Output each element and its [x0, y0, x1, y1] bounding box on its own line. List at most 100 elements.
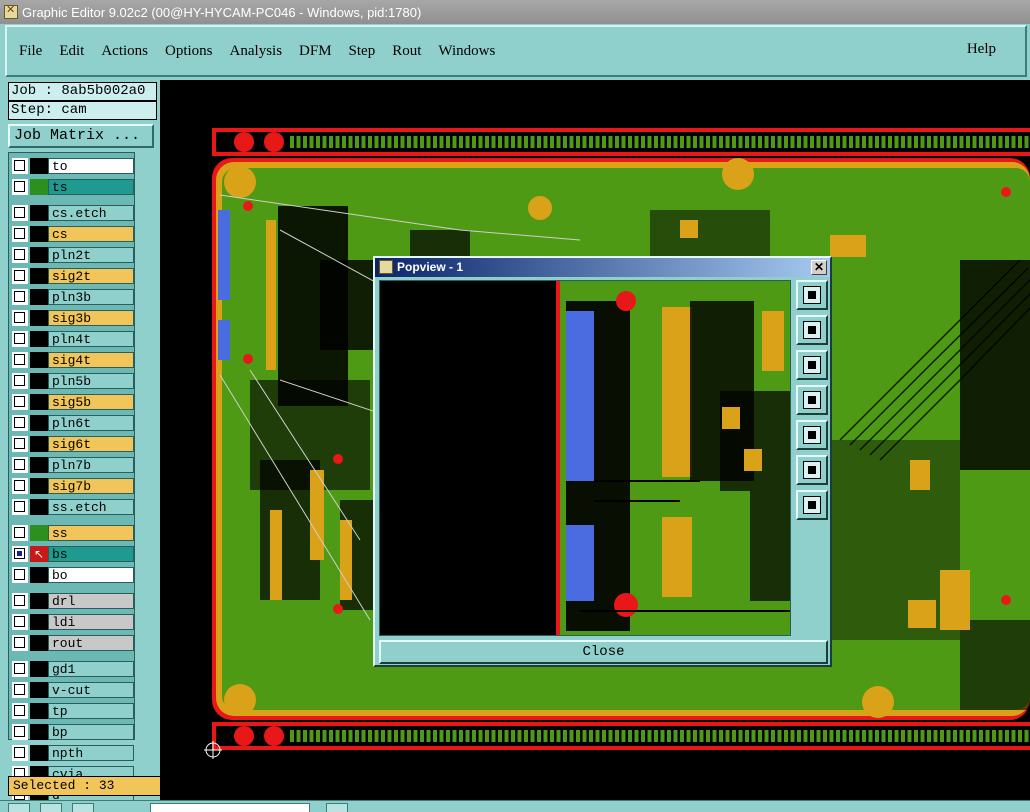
layer-checkbox[interactable]: [12, 352, 28, 368]
layer-row-sig3b[interactable]: sig3b: [12, 310, 134, 326]
rail-pad: [368, 730, 372, 742]
layer-row-pln3b[interactable]: pln3b: [12, 289, 134, 305]
layer-row-ts[interactable]: ts: [12, 179, 134, 195]
rail-pad: [342, 730, 346, 742]
rail-pad: [641, 730, 645, 742]
layer-checkbox[interactable]: [12, 247, 28, 263]
layer-row-pln6t[interactable]: pln6t: [12, 415, 134, 431]
rail-pad: [329, 136, 333, 148]
menu-dfm[interactable]: DFM: [299, 43, 332, 60]
layer-row-bo[interactable]: bo: [12, 567, 134, 583]
layer-name: cs: [48, 226, 134, 242]
layer-checkbox[interactable]: [12, 682, 28, 698]
layer-checkbox[interactable]: [12, 703, 28, 719]
layer-checkbox[interactable]: [12, 593, 28, 609]
layer-checkbox[interactable]: [12, 436, 28, 452]
toolbar-button[interactable]: [326, 803, 348, 812]
layer-row-drl[interactable]: drl: [12, 593, 134, 609]
layer-checkbox[interactable]: [12, 546, 28, 562]
layer-row-v-cut[interactable]: v-cut: [12, 682, 134, 698]
layer-checkbox[interactable]: [12, 635, 28, 651]
rail-pad: [654, 136, 658, 148]
rail-pad: [933, 136, 938, 148]
rail-pad: [719, 136, 723, 148]
rail-pad: [907, 730, 912, 742]
layer-row-sig6t[interactable]: sig6t: [12, 436, 134, 452]
rail-pad: [641, 136, 645, 148]
layer-checkbox[interactable]: [12, 457, 28, 473]
layer-checkbox[interactable]: [12, 567, 28, 583]
layer-checkbox[interactable]: [12, 310, 28, 326]
menu-step[interactable]: Step: [349, 43, 376, 60]
command-input[interactable]: [150, 803, 310, 812]
rail-pad: [836, 730, 840, 742]
layer-row-to[interactable]: to: [12, 158, 134, 174]
rail-pad: [394, 136, 398, 148]
layer-checkbox[interactable]: [12, 289, 28, 305]
layer-checkbox[interactable]: [12, 499, 28, 515]
close-icon[interactable]: ✕: [811, 260, 827, 275]
zoom-fit-icon[interactable]: [796, 280, 828, 310]
menu-edit[interactable]: Edit: [59, 43, 84, 60]
layer-checkbox[interactable]: [12, 745, 28, 761]
menu-windows[interactable]: Windows: [438, 43, 495, 60]
popview-close-button[interactable]: Close: [379, 640, 828, 664]
rail-pad: [738, 136, 743, 148]
layer-checkbox[interactable]: [12, 331, 28, 347]
layer-row-cs.etch[interactable]: cs.etch: [12, 205, 134, 221]
layer-checkbox[interactable]: [12, 415, 28, 431]
layer-row-ss[interactable]: ss: [12, 525, 134, 541]
job-matrix-button[interactable]: Job Matrix ...: [8, 124, 154, 148]
layer-row-ss.etch[interactable]: ss.etch: [12, 499, 134, 515]
layer-row-bp[interactable]: bp: [12, 724, 134, 740]
toolbar-button[interactable]: [72, 803, 94, 812]
rail-pad: [426, 136, 431, 148]
layer-row-rout[interactable]: rout: [12, 635, 134, 651]
layer-checkbox[interactable]: [12, 373, 28, 389]
menu-options[interactable]: Options: [165, 43, 213, 60]
layer-checkbox[interactable]: [12, 205, 28, 221]
layer-row-pln5b[interactable]: pln5b: [12, 373, 134, 389]
pan-right-icon[interactable]: [796, 420, 828, 450]
layer-row-gd1[interactable]: gd1: [12, 661, 134, 677]
layer-row-sig4t[interactable]: sig4t: [12, 352, 134, 368]
layer-row-pln4t[interactable]: pln4t: [12, 331, 134, 347]
menu-file[interactable]: File: [19, 43, 42, 60]
layer-row-pln7b[interactable]: pln7b: [12, 457, 134, 473]
menu-actions[interactable]: Actions: [101, 43, 148, 60]
layer-checkbox[interactable]: [12, 158, 28, 174]
popview-canvas[interactable]: [379, 280, 791, 636]
layer-row-sig2t[interactable]: sig2t: [12, 268, 134, 284]
layer-row-sig5b[interactable]: sig5b: [12, 394, 134, 410]
layer-checkbox[interactable]: [12, 614, 28, 630]
layer-checkbox[interactable]: [12, 268, 28, 284]
layer-row-cs[interactable]: cs: [12, 226, 134, 242]
layer-checkbox[interactable]: [12, 661, 28, 677]
pan-down-icon[interactable]: [796, 350, 828, 380]
layer-checkbox[interactable]: [12, 226, 28, 242]
layer-row-npth[interactable]: npth: [12, 745, 134, 761]
layer-row-pln2t[interactable]: pln2t: [12, 247, 134, 263]
layer-name: sig2t: [48, 268, 134, 284]
menu-analysis[interactable]: Analysis: [230, 43, 283, 60]
layer-checkbox[interactable]: [12, 394, 28, 410]
menu-rout[interactable]: Rout: [392, 43, 421, 60]
layer-checkbox[interactable]: [12, 724, 28, 740]
rail-pad: [693, 730, 697, 742]
toolbar-button[interactable]: [40, 803, 62, 812]
layer-row-bs[interactable]: ↖ bs: [12, 546, 134, 562]
toolbar-button[interactable]: [8, 803, 30, 812]
menu-help[interactable]: Help: [967, 41, 996, 58]
layer-checkbox[interactable]: [12, 179, 28, 195]
zoom-in-icon[interactable]: [796, 455, 828, 485]
pan-left-icon[interactable]: [796, 385, 828, 415]
rail-pad: [387, 136, 392, 148]
popview-title: Popview - 1: [397, 260, 464, 274]
layer-row-ldi[interactable]: ldi: [12, 614, 134, 630]
pan-up-icon[interactable]: [796, 315, 828, 345]
zoom-out-icon[interactable]: [796, 490, 828, 520]
layer-checkbox[interactable]: [12, 478, 28, 494]
layer-row-tp[interactable]: tp: [12, 703, 134, 719]
layer-row-sig7b[interactable]: sig7b: [12, 478, 134, 494]
layer-checkbox[interactable]: [12, 525, 28, 541]
